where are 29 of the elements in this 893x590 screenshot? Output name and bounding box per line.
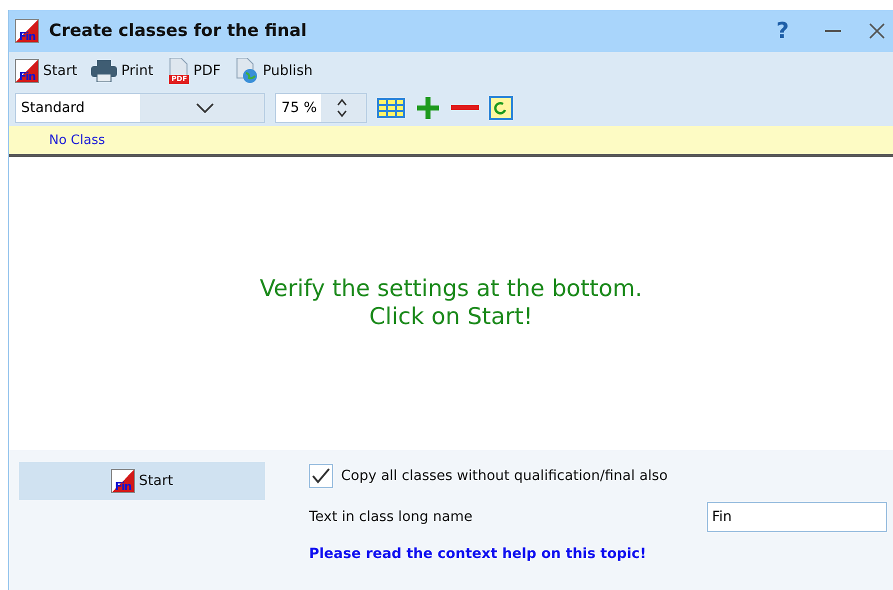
close-icon[interactable] bbox=[869, 23, 885, 39]
toolbar-button[interactable]: Fin Start bbox=[15, 59, 78, 83]
table-icon[interactable] bbox=[377, 98, 405, 118]
toolbar-button[interactable]: Print bbox=[91, 60, 154, 82]
chevron-down-icon bbox=[196, 103, 214, 113]
toolbar-button[interactable]: Publish bbox=[234, 58, 313, 84]
logo-icon: Fin bbox=[110, 469, 135, 493]
minimize-icon[interactable] bbox=[825, 30, 841, 32]
printer-icon bbox=[91, 60, 118, 82]
checkbox[interactable] bbox=[309, 464, 333, 488]
document-globe-icon bbox=[234, 58, 259, 84]
start-button[interactable]: Fin Start bbox=[19, 462, 265, 500]
field-label: Text in class long name bbox=[309, 509, 473, 525]
help-link[interactable]: Please read the context help on this topic! bbox=[309, 546, 887, 562]
window-title: Create classes for the final bbox=[49, 21, 308, 41]
help-button[interactable]: ? bbox=[776, 18, 789, 44]
long-name-field[interactable]: Fin bbox=[707, 502, 887, 532]
logo-icon: Fin bbox=[15, 19, 39, 43]
instruction-text: Verify the settings at the bottom. bbox=[260, 276, 642, 304]
add-icon[interactable] bbox=[415, 95, 441, 121]
view-dropdown[interactable]: Standard bbox=[15, 93, 265, 123]
checkbox-label: Copy all classes without qualification/final also bbox=[341, 468, 668, 484]
logo-icon: Fin bbox=[15, 59, 39, 83]
zoom-spinbox[interactable]: 75 % bbox=[275, 93, 367, 123]
instruction-text: Click on Start! bbox=[369, 304, 533, 332]
refresh-window-icon[interactable] bbox=[489, 96, 513, 120]
remove-icon[interactable] bbox=[451, 105, 479, 111]
spin-arrows-icon bbox=[336, 97, 346, 119]
class-label[interactable]: No Class bbox=[49, 132, 106, 148]
